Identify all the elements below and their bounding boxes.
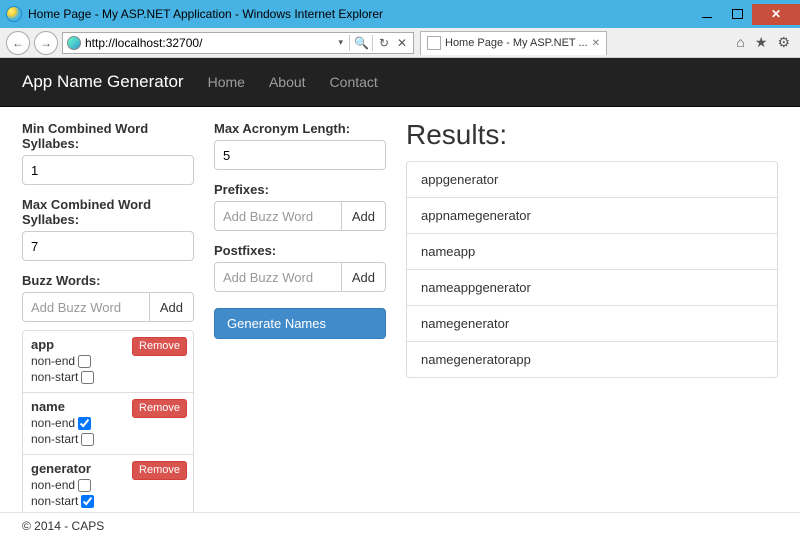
address-bar[interactable]: ▾ 🔍 ↻ ✕ — [62, 32, 414, 54]
nonend-checkbox[interactable] — [78, 417, 91, 430]
footer-text: © 2014 - CAPS — [22, 519, 104, 533]
nonend-checkbox[interactable] — [78, 479, 91, 492]
nonstart-label: non-start — [31, 370, 78, 384]
browser-tab[interactable]: Home Page - My ASP.NET ... ✕ — [420, 31, 607, 55]
result-item[interactable]: namegeneratorapp — [407, 342, 777, 377]
postfixes-label: Postfixes: — [214, 243, 386, 258]
window-maximize-button[interactable] — [722, 4, 752, 25]
result-item[interactable]: appnamegenerator — [407, 198, 777, 234]
result-item[interactable]: namegenerator — [407, 306, 777, 342]
max-acronym-input[interactable] — [214, 140, 386, 170]
results-list: appgeneratorappnamegeneratornameappnamea… — [406, 161, 778, 378]
favicon-icon — [427, 36, 441, 50]
nonend-label: non-end — [31, 354, 75, 368]
url-input[interactable] — [85, 36, 332, 50]
min-syllables-label: Min Combined Word Syllabes: — [22, 121, 194, 151]
nonstart-checkbox[interactable] — [81, 495, 94, 508]
nav-home[interactable]: Home — [208, 74, 245, 90]
result-item[interactable]: appgenerator — [407, 162, 777, 198]
buzz-words-label: Buzz Words: — [22, 273, 194, 288]
buzz-word-input[interactable] — [22, 292, 149, 322]
window-title: Home Page - My ASP.NET Application - Win… — [28, 7, 383, 21]
remove-button[interactable]: Remove — [132, 461, 187, 480]
remove-button[interactable]: Remove — [132, 337, 187, 356]
page-body: Min Combined Word Syllabes: Max Combined… — [0, 107, 800, 512]
browser-forward-button[interactable]: → — [34, 31, 58, 55]
window-minimize-button[interactable] — [692, 4, 722, 25]
app-navbar: App Name Generator Home About Contact — [0, 58, 800, 107]
results-heading: Results: — [406, 119, 778, 151]
nonstart-checkbox[interactable] — [81, 371, 94, 384]
refresh-icon[interactable]: ↻ — [377, 36, 391, 50]
brand[interactable]: App Name Generator — [22, 72, 184, 92]
result-item[interactable]: nameappgenerator — [407, 270, 777, 306]
nonend-checkbox[interactable] — [78, 355, 91, 368]
url-dropdown-icon[interactable]: ▾ — [336, 37, 345, 48]
buzz-word-list: appRemovenon-endnon-startnameRemovenon-e… — [22, 330, 194, 512]
search-icon[interactable]: 🔍 — [354, 36, 368, 50]
prefixes-label: Prefixes: — [214, 182, 386, 197]
postfixes-add-button[interactable]: Add — [341, 262, 386, 292]
footer: © 2014 - CAPS — [0, 512, 800, 538]
prefixes-input[interactable] — [214, 201, 341, 231]
tab-close-icon[interactable]: ✕ — [592, 38, 600, 49]
browser-back-button[interactable]: ← — [6, 31, 30, 55]
nav-contact[interactable]: Contact — [330, 74, 378, 90]
stop-icon[interactable]: ✕ — [395, 36, 409, 50]
nonstart-label: non-start — [31, 494, 78, 508]
tools-icon[interactable]: ⚙ — [777, 34, 790, 51]
buzz-word-item: nameRemovenon-endnon-start — [23, 393, 193, 455]
ie-logo-icon — [6, 6, 22, 22]
window-titlebar: Home Page - My ASP.NET Application - Win… — [0, 0, 800, 28]
nonend-label: non-end — [31, 478, 75, 492]
nav-about[interactable]: About — [269, 74, 306, 90]
nonend-label: non-end — [31, 416, 75, 430]
home-icon[interactable]: ⌂ — [736, 34, 744, 51]
prefixes-add-button[interactable]: Add — [341, 201, 386, 231]
tab-title: Home Page - My ASP.NET ... — [445, 37, 588, 49]
min-syllables-input[interactable] — [22, 155, 194, 185]
buzz-word-item: generatorRemovenon-endnon-start — [23, 455, 193, 512]
postfixes-input[interactable] — [214, 262, 341, 292]
max-syllables-input[interactable] — [22, 231, 194, 261]
buzz-word-item: appRemovenon-endnon-start — [23, 331, 193, 393]
remove-button[interactable]: Remove — [132, 399, 187, 418]
favorite-icon[interactable]: ★ — [755, 34, 768, 51]
window-controls — [692, 4, 800, 25]
nonstart-checkbox[interactable] — [81, 433, 94, 446]
globe-icon — [67, 36, 81, 50]
max-syllables-label: Max Combined Word Syllabes: — [22, 197, 194, 227]
nonstart-label: non-start — [31, 432, 78, 446]
browser-toolbar: ← → ▾ 🔍 ↻ ✕ Home Page - My ASP.NET ... ✕… — [0, 28, 800, 58]
window-close-button[interactable] — [752, 4, 800, 25]
generate-button[interactable]: Generate Names — [214, 308, 386, 339]
result-item[interactable]: nameapp — [407, 234, 777, 270]
buzz-word-add-button[interactable]: Add — [149, 292, 194, 322]
max-acronym-label: Max Acronym Length: — [214, 121, 386, 136]
